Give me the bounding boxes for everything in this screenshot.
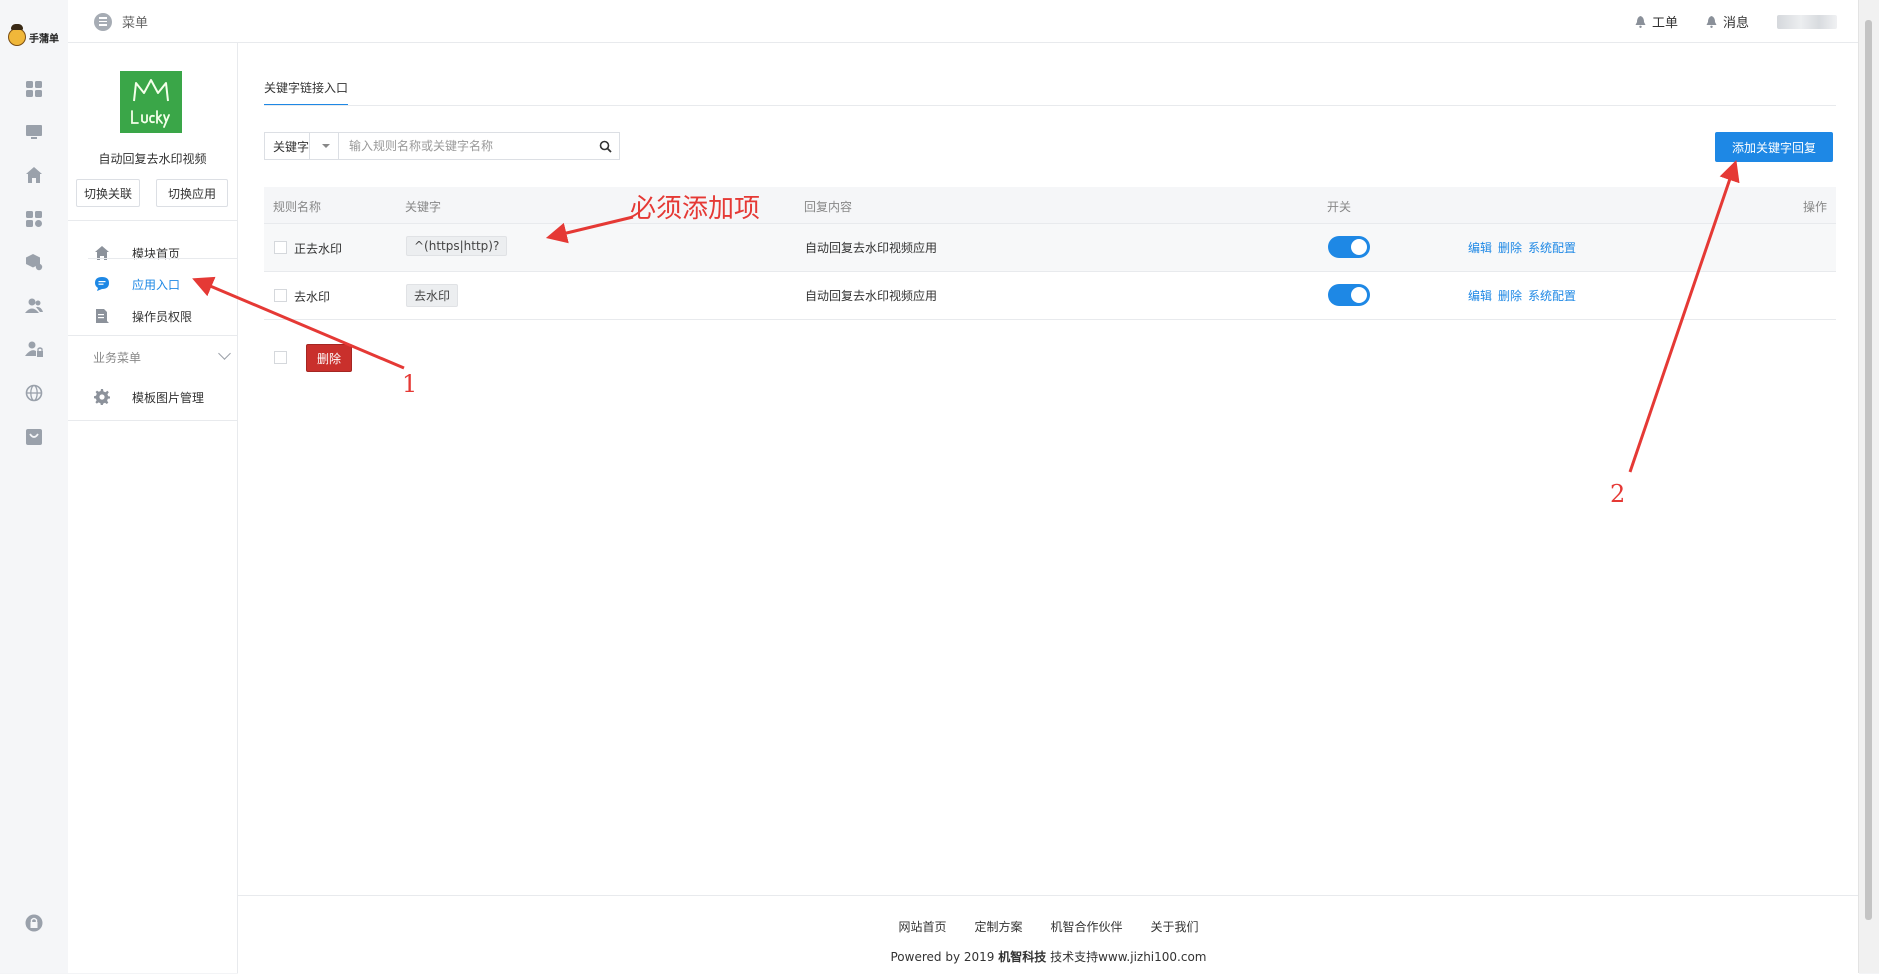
sidebar-item-label: 应用入口 — [132, 277, 181, 292]
globe-icon[interactable] — [25, 384, 43, 402]
dashboard-icon[interactable] — [25, 80, 43, 98]
chat-icon — [94, 276, 110, 292]
sidebar-item-label: 模板图片管理 — [132, 390, 205, 405]
work-order-button[interactable]: 工单 — [1635, 12, 1678, 31]
footer-link-home[interactable]: 网站首页 — [898, 918, 946, 935]
caret-down-icon — [322, 144, 330, 148]
delete-link[interactable]: 删除 — [1498, 239, 1522, 256]
switch-link-button[interactable]: 切换关联 — [76, 179, 140, 207]
enable-toggle[interactable] — [1328, 284, 1370, 306]
sidebar-item-template-images[interactable]: 模板图片管理 — [68, 379, 237, 415]
divider — [68, 420, 237, 421]
header-actions: 工单 消息 — [1635, 12, 1837, 31]
brand-logo-text: 手蒲单 — [29, 33, 59, 45]
search-button[interactable] — [591, 133, 619, 159]
table-header: 规则名称 关键字 回复内容 开关 操作 — [264, 187, 1836, 224]
user-account-menu[interactable] — [1777, 14, 1837, 29]
switch-app-button[interactable]: 切换应用 — [156, 179, 228, 207]
annotation-marker-1: 1 — [402, 370, 418, 398]
footer-copyright: Powered by 2019 机智科技 技术支持www.jizhi100.co… — [238, 948, 1859, 965]
system-config-link[interactable]: 系统配置 — [1528, 287, 1576, 304]
annotation-marker-2: 2 — [1610, 480, 1626, 508]
copyright-suffix: 技术支持www.jizhi100.com — [1050, 950, 1207, 964]
copyright-prefix: Powered by 2019 — [890, 950, 995, 964]
bell-icon — [1635, 15, 1646, 28]
edit-link[interactable]: 编辑 — [1468, 287, 1492, 304]
footer-link-about[interactable]: 关于我们 — [1151, 918, 1199, 935]
keyword-tag: 去水印 — [406, 284, 459, 307]
edit-link[interactable]: 编辑 — [1468, 239, 1492, 256]
table-row: 正去水印 ^(https|http)? 自动回复去水印视频应用 编辑 删除 系统… — [264, 224, 1836, 272]
users-icon[interactable] — [25, 297, 43, 315]
column-header-switch: 开关 — [1327, 200, 1352, 214]
vertical-scrollbar[interactable] — [1858, 0, 1879, 973]
brand-mascot-icon — [8, 24, 26, 46]
sidebar-item-operator-permissions[interactable]: 操作员权限 — [68, 298, 237, 334]
chevron-down-icon[interactable] — [218, 347, 231, 360]
apps-settings-icon[interactable] — [25, 210, 43, 228]
enable-toggle[interactable] — [1328, 236, 1370, 258]
top-header: 菜单 工单 消息 — [68, 0, 1859, 43]
row-checkbox[interactable] — [274, 289, 287, 302]
module-sidebar: 自动回复去水印视频 切换关联 切换应用 模块首页 应用入口 操作员权限 业务菜单… — [68, 43, 238, 973]
monitor-icon[interactable] — [25, 123, 43, 141]
search-filter: 关键字 — [264, 132, 620, 160]
reply-content: 自动回复去水印视频应用 — [805, 289, 938, 303]
column-header-actions: 操作 — [1802, 200, 1827, 214]
search-field-select-value: 关键字 — [273, 139, 310, 154]
lock-icon[interactable] — [25, 914, 43, 932]
select-all-checkbox[interactable] — [274, 351, 287, 364]
home-icon[interactable] — [25, 166, 43, 184]
app-name: 自动回复去水印视频 — [98, 152, 207, 166]
bell-icon — [1706, 15, 1717, 28]
system-config-link[interactable]: 系统配置 — [1528, 239, 1576, 256]
search-input[interactable] — [339, 133, 591, 159]
icon-rail: 手蒲单 — [0, 0, 69, 973]
main-panel: 关键字链接入口 关键字 添加关键字回复 规则名称 关键字 回复内容 开关 操作 … — [238, 43, 1859, 895]
section-title-business-menu[interactable]: 业务菜单 — [93, 349, 141, 366]
work-order-label: 工单 — [1651, 16, 1678, 31]
bulk-delete-button[interactable]: 删除 — [306, 344, 352, 372]
messages-label: 消息 — [1722, 16, 1749, 31]
cube-settings-icon[interactable] — [25, 253, 43, 271]
rule-name: 去水印 — [294, 290, 331, 304]
tab-keyword-link-entry[interactable]: 关键字链接入口 — [264, 79, 349, 106]
row-checkbox[interactable] — [274, 241, 287, 254]
footer-link-partners[interactable]: 机智合作伙伴 — [1051, 918, 1123, 935]
add-keyword-reply-button[interactable]: 添加关键字回复 — [1715, 132, 1833, 162]
menu-list-icon — [94, 12, 112, 31]
user-lock-icon[interactable] — [25, 340, 43, 358]
column-header-keyword: 关键字 — [405, 200, 442, 214]
keyword-tag: ^(https|http)? — [406, 236, 508, 256]
footer-links: 网站首页 定制方案 机智合作伙伴 关于我们 — [238, 918, 1859, 935]
footer-link-custom-solutions[interactable]: 定制方案 — [974, 918, 1022, 935]
menu-label: 菜单 — [122, 16, 149, 31]
gear-icon — [94, 389, 110, 405]
bag-icon[interactable] — [25, 428, 43, 446]
tab-underline — [264, 105, 1836, 106]
divider — [68, 335, 237, 336]
annotation-required-label: 必须添加项 — [630, 194, 761, 224]
messages-button[interactable]: 消息 — [1706, 12, 1749, 31]
divider — [68, 220, 237, 221]
copyright-brand: 机智科技 — [998, 950, 1047, 964]
scrollbar-thumb[interactable] — [1865, 20, 1872, 920]
delete-link[interactable]: 删除 — [1498, 287, 1522, 304]
sidebar-item-label: 操作员权限 — [132, 309, 193, 324]
reply-content: 自动回复去水印视频应用 — [805, 241, 938, 255]
app-logo-lucky — [120, 71, 182, 133]
menu-toggle-button[interactable]: 菜单 — [94, 12, 148, 31]
page-footer: 网站首页 定制方案 机智合作伙伴 关于我们 Powered by 2019 机智… — [238, 895, 1859, 974]
search-icon — [599, 140, 612, 153]
column-header-rule-name: 规则名称 — [273, 200, 322, 214]
sidebar-item-app-entry[interactable]: 应用入口 — [68, 266, 237, 302]
column-header-reply: 回复内容 — [804, 200, 853, 214]
search-field-select[interactable]: 关键字 — [265, 133, 339, 159]
divider — [88, 258, 237, 259]
document-icon — [94, 308, 110, 324]
table-row: 去水印 去水印 自动回复去水印视频应用 编辑 删除 系统配置 — [264, 272, 1836, 320]
rule-name: 正去水印 — [294, 242, 343, 256]
brand-logo[interactable]: 手蒲单 — [8, 24, 59, 48]
